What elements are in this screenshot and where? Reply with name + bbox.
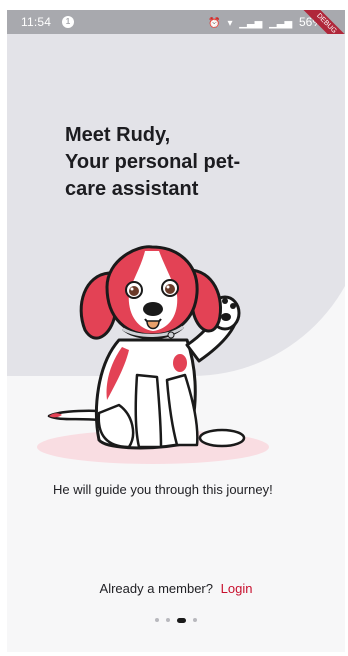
headline-line-3: care assistant [65,178,199,200]
rudy-dog-illustration [37,245,269,464]
onboarding-subtitle: He will guide you through this journey! [53,482,273,497]
headline-line-2: Your personal pet- [65,151,241,173]
page-dot[interactable] [155,618,159,622]
login-prompt: Already a member? [99,581,213,596]
headline-line-1: Meet Rudy, [65,124,171,146]
status-icons: ⏰ ▾ ▁▃▅ ▁▃▅ 56% [204,15,323,29]
login-link[interactable]: Login [221,581,253,596]
page-dot[interactable] [166,618,170,622]
page-dot[interactable] [193,618,197,622]
wifi-icon: ▾ [227,18,233,29]
status-bar: 11:54 1 ⏰ ▾ ▁▃▅ ▁▃▅ 56% [7,10,345,34]
signal-icon: ▁▃▅ [239,18,263,29]
page-indicator [7,616,345,624]
login-row: Already a member? Login [7,581,345,596]
onboarding-screen: 11:54 1 ⏰ ▾ ▁▃▅ ▁▃▅ 56% DEBUG Meet Rudy,… [7,10,345,652]
page-dot-active[interactable] [177,617,186,623]
alarm-icon: ⏰ [208,18,221,29]
notification-badge: 1 [62,16,74,28]
status-time: 11:54 [21,15,52,29]
signal-icon: ▁▃▅ [269,18,293,29]
headline: Meet Rudy, Your personal pet- care assis… [65,122,315,203]
